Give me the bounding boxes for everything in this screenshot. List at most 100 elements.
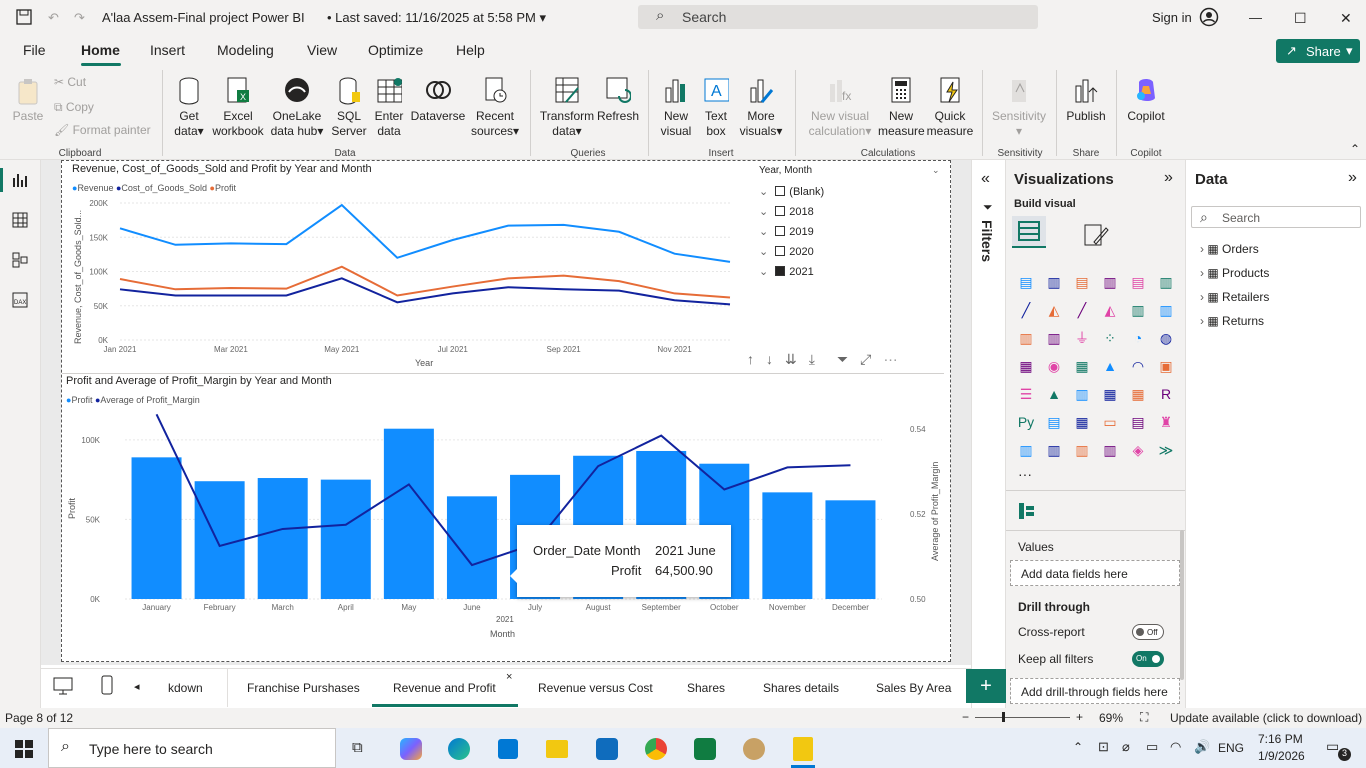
redo-icon[interactable]: ↷ bbox=[74, 10, 85, 26]
visual-type-icon[interactable]: ▲ bbox=[1044, 384, 1064, 404]
sign-in-link[interactable]: Sign in bbox=[1152, 10, 1192, 25]
text-box-button[interactable]: A Text box bbox=[698, 76, 734, 139]
more-visuals-ellipsis-icon[interactable]: ··· bbox=[1018, 466, 1032, 482]
slicer-checkbox[interactable] bbox=[775, 186, 786, 196]
visual-type-icon[interactable]: ▥ bbox=[1044, 440, 1064, 460]
edge-browser-icon[interactable] bbox=[448, 738, 470, 760]
dax-query-view-icon[interactable]: DAX bbox=[12, 292, 28, 308]
visual-type-icon[interactable]: ◉ bbox=[1044, 356, 1064, 376]
new-visual-calculation-button[interactable]: fx New visual calculation▾ bbox=[800, 76, 880, 139]
menu-optimize[interactable]: Optimize bbox=[368, 42, 423, 58]
dataverse-button[interactable]: Dataverse bbox=[408, 76, 468, 124]
build-visual-tab[interactable] bbox=[1012, 216, 1046, 248]
visual-type-icon[interactable]: ▥ bbox=[1016, 328, 1036, 348]
copy-button[interactable]: ⧉ Copy bbox=[54, 100, 94, 115]
drill-up-icon[interactable]: ↑ bbox=[747, 351, 766, 367]
quick-measure-button[interactable]: Quick measure bbox=[926, 76, 974, 139]
visual-type-icon[interactable]: ╱ bbox=[1072, 300, 1092, 320]
visual-type-icon[interactable]: ▦ bbox=[1016, 356, 1036, 376]
excel-taskbar-icon[interactable] bbox=[694, 738, 716, 760]
enter-data-button[interactable]: Enter data bbox=[370, 76, 408, 139]
focus-mode-icon[interactable]: ⤢ bbox=[860, 351, 883, 367]
minimize-icon[interactable]: — bbox=[1249, 10, 1262, 25]
visual-type-icon[interactable]: ▥ bbox=[1128, 300, 1148, 320]
share-button[interactable]: ↗ Share ▾ bbox=[1276, 39, 1360, 63]
collapse-data-icon[interactable]: » bbox=[1348, 169, 1357, 187]
format-painter-button[interactable]: 🖌 Format painter bbox=[54, 123, 151, 137]
format-visual-icon[interactable] bbox=[1082, 220, 1110, 248]
zoom-slider[interactable] bbox=[975, 717, 1070, 718]
file-explorer-icon[interactable] bbox=[546, 740, 568, 758]
visual-type-icon[interactable]: ▥ bbox=[1100, 272, 1120, 292]
clock-date[interactable]: 1/9/2026 bbox=[1258, 749, 1305, 763]
account-icon[interactable] bbox=[1199, 7, 1219, 27]
drill-down-icon[interactable]: ↓ bbox=[766, 351, 785, 367]
visual-type-icon[interactable]: R bbox=[1156, 384, 1176, 404]
new-measure-button[interactable]: New measure bbox=[878, 76, 925, 139]
sensitivity-button[interactable]: Sensitivity ▾ bbox=[990, 76, 1048, 139]
notifications-off-icon[interactable]: ⌀ bbox=[1122, 739, 1130, 755]
menu-home[interactable]: Home bbox=[81, 42, 120, 58]
slicer-checkbox[interactable] bbox=[775, 246, 786, 256]
expand-chevron-icon[interactable]: ⌄ bbox=[759, 226, 768, 238]
visual-type-icon[interactable]: ≫ bbox=[1156, 440, 1176, 460]
visual-type-icon[interactable]: ▦ bbox=[1128, 384, 1148, 404]
data-table-item[interactable]: › ▦ Retailers bbox=[1200, 290, 1269, 304]
undo-icon[interactable]: ↶ bbox=[48, 10, 59, 26]
visual-type-icon[interactable]: ⏚ bbox=[1072, 328, 1092, 348]
drill-through-drop-zone[interactable]: Add drill-through fields here bbox=[1010, 678, 1180, 704]
report-page[interactable]: Revenue, Cost_of_Goods_Sold and Profit b… bbox=[61, 160, 951, 662]
pane-scrollbar[interactable] bbox=[1180, 530, 1184, 680]
page-tab-active[interactable]: Revenue and Profit × bbox=[372, 669, 518, 707]
battery-icon[interactable]: ▭ bbox=[1146, 739, 1158, 755]
keep-all-filters-toggle[interactable]: On bbox=[1132, 651, 1164, 667]
language-indicator[interactable]: ENG bbox=[1218, 741, 1244, 755]
clock-time[interactable]: 7:16 PM bbox=[1258, 732, 1303, 746]
saved-status[interactable]: • Last saved: 11/16/2025 at 5:58 PM ▾ bbox=[327, 10, 546, 26]
expand-chevron-icon[interactable]: ⌄ bbox=[759, 246, 768, 258]
visual-type-icon[interactable]: ▦ bbox=[1072, 412, 1092, 432]
zoom-out-icon[interactable]: − bbox=[962, 710, 969, 724]
visual-type-icon[interactable]: ▦ bbox=[1072, 356, 1092, 376]
wifi-icon[interactable]: ◠ bbox=[1170, 739, 1181, 755]
paint-icon[interactable] bbox=[743, 738, 765, 760]
chevron-right-icon[interactable]: › bbox=[1200, 266, 1204, 280]
chevron-right-icon[interactable]: › bbox=[1200, 242, 1204, 256]
expand-next-icon[interactable]: ⤓ bbox=[809, 351, 827, 367]
windows-start-icon[interactable] bbox=[15, 740, 33, 758]
taskbar-search-box[interactable]: ⌕ Type here to search bbox=[48, 728, 336, 768]
visual-type-icon[interactable]: Py bbox=[1016, 412, 1036, 432]
power-bi-taskbar-icon[interactable] bbox=[793, 737, 813, 761]
refresh-button[interactable]: Refresh bbox=[596, 76, 640, 124]
cross-report-toggle[interactable]: Off bbox=[1132, 624, 1164, 640]
data-table-item[interactable]: › ▦ Returns bbox=[1200, 314, 1264, 328]
expand-chevron-icon[interactable]: ⌄ bbox=[759, 266, 768, 278]
data-table-item[interactable]: › ▦ Orders bbox=[1200, 242, 1259, 256]
data-table-item[interactable]: › ▦ Products bbox=[1200, 266, 1269, 280]
menu-view[interactable]: View bbox=[307, 42, 337, 58]
visual-type-icon[interactable]: ▤ bbox=[1016, 272, 1036, 292]
slicer-checkbox[interactable] bbox=[775, 226, 786, 236]
visual-type-icon[interactable]: ◔ bbox=[1128, 328, 1148, 348]
visual-type-icon[interactable]: ◈ bbox=[1128, 440, 1148, 460]
chevron-right-icon[interactable]: › bbox=[1200, 290, 1204, 304]
show-hidden-icons-icon[interactable]: ⌃ bbox=[1073, 740, 1083, 754]
menu-modeling[interactable]: Modeling bbox=[217, 42, 274, 58]
visual-type-icon[interactable]: ▥ bbox=[1100, 440, 1120, 460]
visual-type-icon[interactable]: ▥ bbox=[1072, 384, 1092, 404]
chevron-right-icon[interactable]: › bbox=[1200, 314, 1204, 328]
slicer-item[interactable]: ⌄ 2021 bbox=[759, 265, 814, 278]
zoom-slider-thumb[interactable] bbox=[1002, 712, 1005, 722]
maximize-icon[interactable]: ☐ bbox=[1294, 10, 1307, 27]
onelake-button[interactable]: OneLake data hub▾ bbox=[266, 76, 328, 139]
save-icon[interactable] bbox=[16, 9, 32, 25]
visual-type-icon[interactable]: ▤ bbox=[1128, 412, 1148, 432]
get-data-button[interactable]: Get data▾ bbox=[168, 76, 210, 139]
cut-button[interactable]: ✂ Cut bbox=[54, 75, 86, 89]
recent-sources-button[interactable]: Recent sources▾ bbox=[470, 76, 520, 139]
paste-button[interactable]: Paste bbox=[10, 76, 46, 124]
zoom-in-icon[interactable]: + bbox=[1076, 710, 1083, 724]
slicer-checkbox[interactable] bbox=[775, 266, 786, 276]
desktop-layout-icon[interactable] bbox=[53, 677, 73, 695]
visual-type-icon[interactable]: ╱ bbox=[1016, 300, 1036, 320]
